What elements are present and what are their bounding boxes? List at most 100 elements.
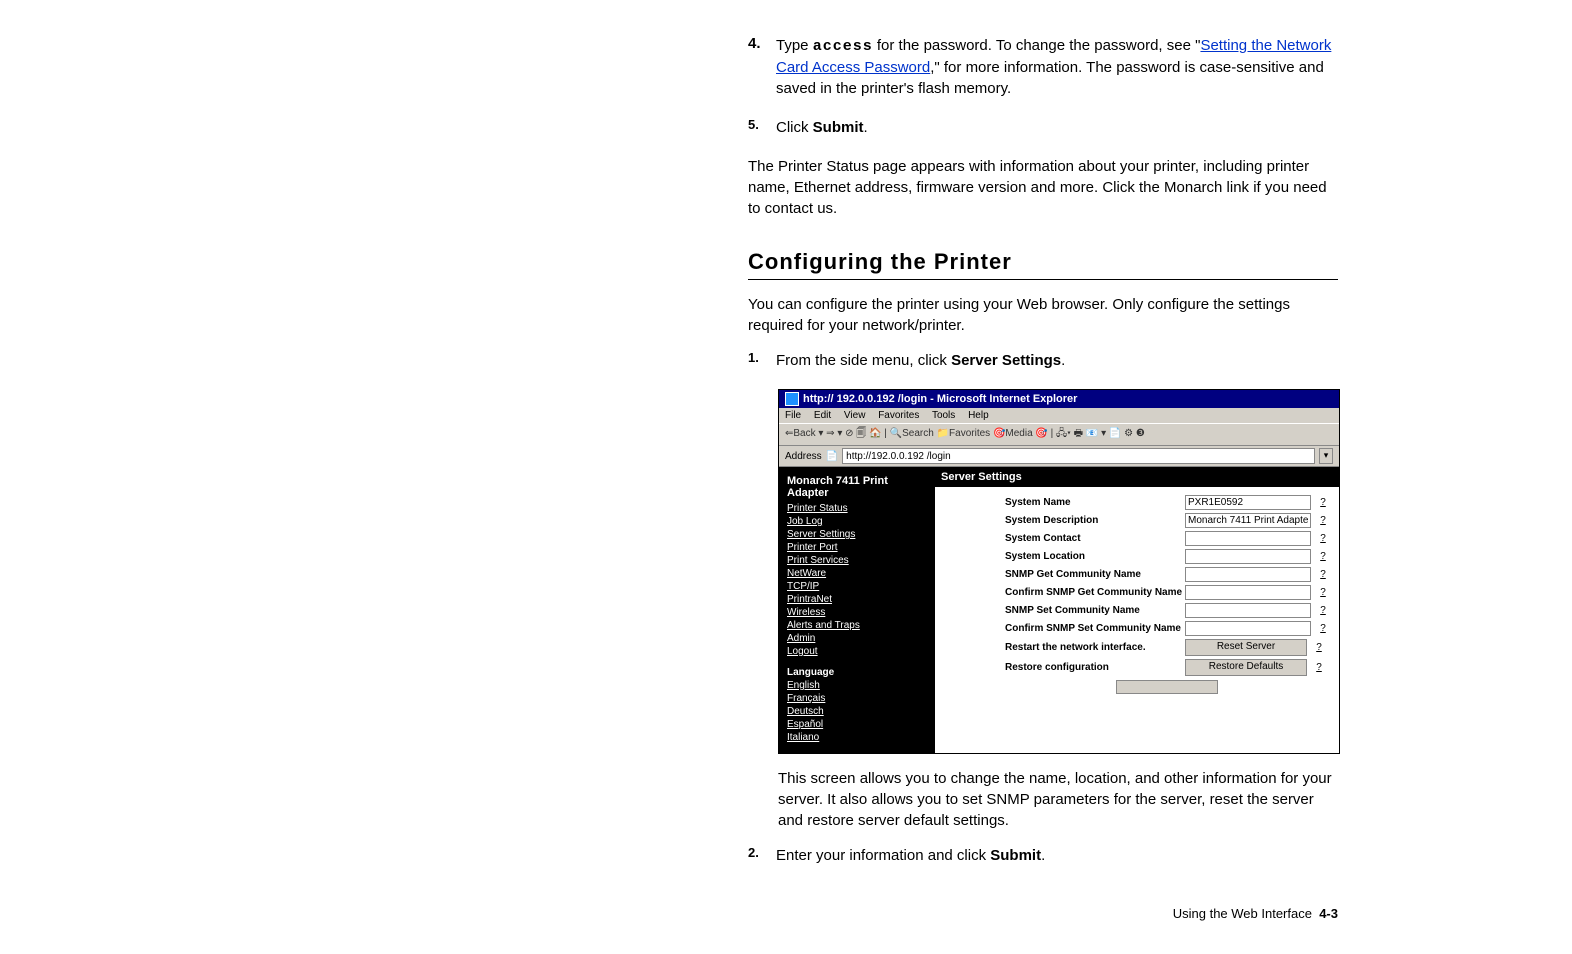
address-label: Address xyxy=(785,451,822,462)
label: Restore configuration xyxy=(1005,662,1185,673)
lang-english[interactable]: English xyxy=(787,680,927,691)
help-icon[interactable]: ? xyxy=(1317,551,1329,562)
help-icon[interactable]: ? xyxy=(1317,605,1329,616)
help-icon[interactable]: ? xyxy=(1317,623,1329,634)
sidebar-item-printranet[interactable]: PrintraNet xyxy=(787,594,927,605)
text: for the password. To change the password… xyxy=(873,37,1201,54)
step-body: Click Submit. xyxy=(776,117,868,138)
label: Restart the network interface. xyxy=(1005,642,1185,653)
help-icon[interactable]: ? xyxy=(1313,662,1325,673)
help-icon[interactable]: ? xyxy=(1317,533,1329,544)
label: SNMP Get Community Name xyxy=(1005,569,1185,580)
confirm-snmp-set-input[interactable] xyxy=(1185,621,1311,636)
window-titlebar: http:// 192.0.0.192 /login - Microsoft I… xyxy=(779,390,1339,408)
sidebar: Monarch 7411 Print Adapter Printer Statu… xyxy=(779,467,935,753)
lang-italiano[interactable]: Italiano xyxy=(787,732,927,743)
lang-deutsch[interactable]: Deutsch xyxy=(787,706,927,717)
reset-server-button[interactable]: Reset Server xyxy=(1185,639,1307,656)
system-name-input[interactable] xyxy=(1185,495,1311,510)
text: Type xyxy=(776,37,813,54)
help-icon[interactable]: ? xyxy=(1317,569,1329,580)
menu-tools[interactable]: Tools xyxy=(932,410,955,421)
main-panel: Server Settings System Name ? System Des… xyxy=(935,467,1339,753)
address-bar: Address 📄 ▾ xyxy=(779,446,1339,467)
sidebar-item-netware[interactable]: NetWare xyxy=(787,568,927,579)
text: From the side menu, click xyxy=(776,352,951,369)
sidebar-header: Monarch 7411 Print Adapter xyxy=(787,475,927,499)
snmp-set-input[interactable] xyxy=(1185,603,1311,618)
row-system-description: System Description ? xyxy=(1005,513,1329,528)
address-input[interactable] xyxy=(842,448,1315,464)
step-5: 5. Click Submit. xyxy=(748,117,1338,138)
page-footer: Using the Web Interface 4-3 xyxy=(748,906,1338,921)
sidebar-item-printer-status[interactable]: Printer Status xyxy=(787,503,927,514)
main-heading: Server Settings xyxy=(935,467,1339,487)
menubar[interactable]: File Edit View Favorites Tools Help xyxy=(779,408,1339,423)
restore-defaults-button[interactable]: Restore Defaults xyxy=(1185,659,1307,676)
label: System Location xyxy=(1005,551,1185,562)
row-confirm-snmp-set: Confirm SNMP Set Community Name ? xyxy=(1005,621,1329,636)
sidebar-item-print-services[interactable]: Print Services xyxy=(787,555,927,566)
label: SNMP Set Community Name xyxy=(1005,605,1185,616)
text: Enter your information and click xyxy=(776,847,990,864)
sidebar-item-admin[interactable]: Admin xyxy=(787,633,927,644)
printer-status-paragraph: The Printer Status page appears with inf… xyxy=(748,156,1338,219)
lang-francais[interactable]: Français xyxy=(787,693,927,704)
server-settings-label: Server Settings xyxy=(951,352,1061,369)
sidebar-item-job-log[interactable]: Job Log xyxy=(787,516,927,527)
sidebar-item-server-settings[interactable]: Server Settings xyxy=(787,529,927,540)
menu-favorites[interactable]: Favorites xyxy=(878,410,919,421)
row-system-contact: System Contact ? xyxy=(1005,531,1329,546)
help-icon[interactable]: ? xyxy=(1317,587,1329,598)
label: Confirm SNMP Set Community Name xyxy=(1005,623,1185,634)
help-icon[interactable]: ? xyxy=(1313,642,1325,653)
menu-file[interactable]: File xyxy=(785,410,801,421)
submit-bar[interactable] xyxy=(1116,680,1218,694)
text: . xyxy=(864,119,868,136)
label: Confirm SNMP Get Community Name xyxy=(1005,587,1185,598)
sidebar-item-wireless[interactable]: Wireless xyxy=(787,607,927,618)
divider xyxy=(748,279,1338,280)
menu-edit[interactable]: Edit xyxy=(814,410,831,421)
step-number: 1. xyxy=(748,350,776,371)
screen-description-paragraph: This screen allows you to change the nam… xyxy=(778,768,1338,831)
label: System Name xyxy=(1005,497,1185,508)
browser-content: Monarch 7411 Print Adapter Printer Statu… xyxy=(779,467,1339,753)
label: System Description xyxy=(1005,515,1185,526)
address-dropdown-icon[interactable]: ▾ xyxy=(1319,448,1333,464)
help-icon[interactable]: ? xyxy=(1317,497,1329,508)
menu-view[interactable]: View xyxy=(844,410,866,421)
configure-paragraph: You can configure the printer using your… xyxy=(748,294,1338,336)
toolbar[interactable]: ⇐Back ▾ ⇒ ▾ ⊘ 🗐 🏠 | 🔍Search 📁Favorites 🎯… xyxy=(779,423,1339,446)
step-number: 2. xyxy=(748,845,776,866)
sidebar-item-alerts-traps[interactable]: Alerts and Traps xyxy=(787,620,927,631)
system-contact-input[interactable] xyxy=(1185,531,1311,546)
system-description-input[interactable] xyxy=(1185,513,1311,528)
lang-espanol[interactable]: Español xyxy=(787,719,927,730)
sidebar-item-printer-port[interactable]: Printer Port xyxy=(787,542,927,553)
step-number: 5. xyxy=(748,117,776,138)
row-system-location: System Location ? xyxy=(1005,549,1329,564)
row-snmp-set: SNMP Set Community Name ? xyxy=(1005,603,1329,618)
snmp-get-input[interactable] xyxy=(1185,567,1311,582)
row-system-name: System Name ? xyxy=(1005,495,1329,510)
page-icon: 📄 xyxy=(826,451,838,462)
system-location-input[interactable] xyxy=(1185,549,1311,564)
row-snmp-get: SNMP Get Community Name ? xyxy=(1005,567,1329,582)
label: System Contact xyxy=(1005,533,1185,544)
confirm-snmp-get-input[interactable] xyxy=(1185,585,1311,600)
step-body: Enter your information and click Submit. xyxy=(776,845,1045,866)
text: . xyxy=(1061,352,1065,369)
step-2: 2. Enter your information and click Subm… xyxy=(748,845,1338,866)
text: Click xyxy=(776,119,813,136)
sidebar-language-header: Language xyxy=(787,667,927,678)
browser-window: http:// 192.0.0.192 /login - Microsoft I… xyxy=(778,389,1340,754)
submit-label: Submit xyxy=(813,119,864,136)
sidebar-item-logout[interactable]: Logout xyxy=(787,646,927,657)
step-1: 1. From the side menu, click Server Sett… xyxy=(748,350,1338,371)
sidebar-item-tcpip[interactable]: TCP/IP xyxy=(787,581,927,592)
row-restart: Restart the network interface. Reset Ser… xyxy=(1005,639,1329,656)
help-icon[interactable]: ? xyxy=(1317,515,1329,526)
menu-help[interactable]: Help xyxy=(968,410,989,421)
step-number: 4. xyxy=(748,35,776,99)
